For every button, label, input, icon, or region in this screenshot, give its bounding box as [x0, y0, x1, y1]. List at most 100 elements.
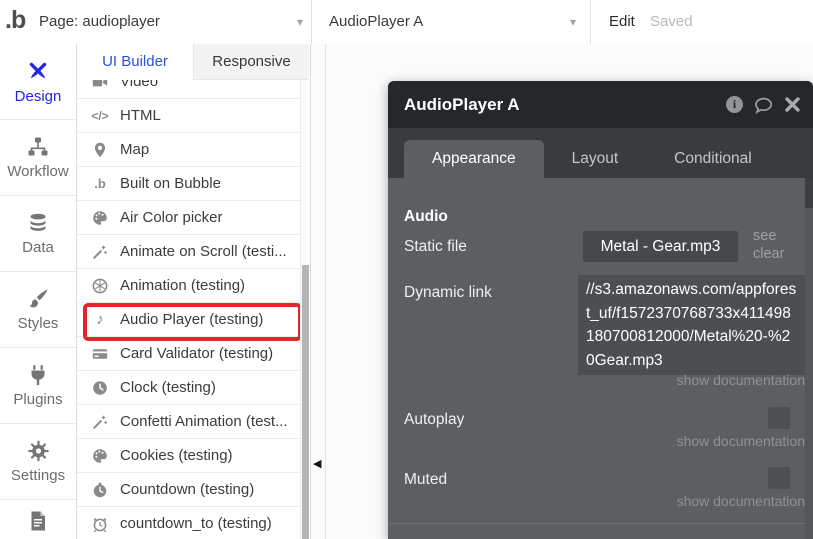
- property-editor-header[interactable]: AudioPlayer A i: [388, 81, 813, 128]
- palette-tabs: UI Builder Responsive: [77, 44, 310, 80]
- info-icon[interactable]: i: [726, 96, 743, 113]
- list-item-built-on-bubble[interactable]: .b Built on Bubble: [77, 167, 310, 201]
- scrollbar-thumb[interactable]: [805, 178, 813, 208]
- edit-mode-button[interactable]: Edit: [609, 0, 635, 44]
- list-item-air-color-picker[interactable]: Air Color picker: [77, 201, 310, 235]
- list-item-label: Clock (testing): [120, 379, 216, 396]
- alarm-clock-icon: [90, 516, 110, 532]
- chevron-down-icon: ▾: [297, 0, 303, 44]
- divider: [311, 0, 312, 44]
- list-item-clock[interactable]: Clock (testing): [77, 371, 310, 405]
- top-bar: .b Page: audioplayer ▾ AudioPlayer A ▾ E…: [0, 0, 813, 45]
- dynamic-link-input[interactable]: //s3.amazonaws.com/appforest_uf/f1572370…: [578, 275, 805, 375]
- page-selector-value: Page: audioplayer: [39, 13, 160, 30]
- map-pin-icon: [90, 142, 110, 158]
- static-file-button[interactable]: Metal - Gear.mp3: [583, 231, 738, 262]
- list-item-html[interactable]: </> HTML: [77, 99, 310, 133]
- list-item-label: Map: [120, 141, 149, 158]
- static-file-label: Static file: [404, 238, 467, 256]
- sidebar-item-styles[interactable]: Styles: [0, 272, 76, 348]
- gear-icon: [27, 440, 50, 462]
- comment-icon[interactable]: [753, 96, 775, 114]
- section-title: Audio: [404, 208, 448, 226]
- file-actions: see clear: [753, 227, 784, 263]
- element-selector-dropdown[interactable]: AudioPlayer A ▾: [329, 0, 590, 44]
- music-note-icon: ♪: [90, 311, 110, 328]
- scrollbar-thumb[interactable]: [302, 265, 309, 539]
- sidebar-item-label: Workflow: [7, 163, 68, 180]
- credit-card-icon: [90, 346, 110, 362]
- list-item-animation[interactable]: Animation (testing): [77, 269, 310, 303]
- sidebar-item-data[interactable]: Data: [0, 196, 76, 272]
- list-item-label: Countdown (testing): [120, 481, 254, 498]
- dynamic-link-label: Dynamic link: [404, 284, 492, 302]
- property-editor: AudioPlayer A i Appearance Layout Condit…: [388, 81, 813, 539]
- inspector-scrollbar[interactable]: [805, 178, 813, 539]
- main-sidebar: Design Workflow Data: [0, 44, 77, 539]
- save-status: Saved: [650, 0, 693, 44]
- sidebar-item-label: Settings: [11, 467, 65, 484]
- shutter-icon: [90, 278, 110, 294]
- sidebar-item-settings[interactable]: Settings: [0, 424, 76, 500]
- property-editor-tabs: Appearance Layout Conditional: [388, 128, 813, 178]
- clock-icon: [90, 380, 110, 396]
- code-icon: </>: [90, 109, 110, 123]
- tab-layout[interactable]: Layout: [544, 140, 647, 178]
- list-item-cookies[interactable]: Cookies (testing): [77, 439, 310, 473]
- palette-icon: [90, 210, 110, 226]
- muted-checkbox[interactable]: [768, 467, 790, 489]
- tab-appearance[interactable]: Appearance: [404, 140, 544, 178]
- list-item-countdown[interactable]: Countdown (testing): [77, 473, 310, 507]
- sidebar-item-document[interactable]: [0, 500, 76, 538]
- list-item-card-validator[interactable]: Card Validator (testing): [77, 337, 310, 371]
- list-item-audio-player[interactable]: ♪ Audio Player (testing): [77, 303, 310, 337]
- close-icon[interactable]: [785, 97, 800, 112]
- property-editor-title: AudioPlayer A: [404, 95, 726, 115]
- database-icon: [26, 212, 50, 234]
- list-item-label: Video: [120, 80, 158, 90]
- tab-ui-builder[interactable]: UI Builder: [77, 44, 193, 80]
- show-documentation-link[interactable]: show documentation: [677, 372, 805, 388]
- list-item-map[interactable]: Map: [77, 133, 310, 167]
- collapse-panel-icon[interactable]: ◀: [313, 457, 321, 470]
- show-documentation-link[interactable]: show documentation: [677, 433, 805, 449]
- sidebar-item-label: Plugins: [13, 391, 62, 408]
- list-item-label: Card Validator (testing): [120, 345, 273, 362]
- sidebar-item-design[interactable]: Design: [0, 44, 76, 120]
- autoplay-label: Autoplay: [404, 411, 464, 429]
- sidebar-item-workflow[interactable]: Workflow: [0, 120, 76, 196]
- list-item-label: Confetti Animation (test...: [120, 413, 288, 430]
- bubble-logo: .b: [5, 6, 25, 35]
- list-item-countdown-to[interactable]: countdown_to (testing): [77, 507, 310, 539]
- plug-icon: [27, 364, 49, 386]
- tab-responsive[interactable]: Responsive: [193, 44, 309, 80]
- sidebar-item-plugins[interactable]: Plugins: [0, 348, 76, 424]
- tab-conditional[interactable]: Conditional: [646, 140, 780, 178]
- page-edge-line: [325, 44, 326, 539]
- divider: [388, 523, 813, 524]
- design-icon: [25, 59, 51, 83]
- autoplay-checkbox[interactable]: [768, 407, 790, 429]
- bubble-icon: .b: [90, 176, 110, 191]
- list-item-label: Air Color picker: [120, 209, 223, 226]
- list-item-video[interactable]: Video: [77, 80, 310, 99]
- divider: [590, 0, 591, 44]
- list-item-animate-on-scroll[interactable]: Animate on Scroll (testi...: [77, 235, 310, 269]
- element-list: Video </> HTML Map .b Built on Bubble: [77, 80, 310, 539]
- magic-wand-icon: [90, 244, 110, 260]
- list-item-label: Built on Bubble: [120, 175, 221, 192]
- see-link[interactable]: see: [753, 227, 784, 245]
- video-icon: [90, 80, 110, 90]
- clear-link[interactable]: clear: [753, 245, 784, 263]
- magic-wand-icon: [90, 414, 110, 430]
- show-documentation-link[interactable]: show documentation: [677, 493, 805, 509]
- list-item-label: countdown_to (testing): [120, 515, 272, 532]
- element-selector-value: AudioPlayer A: [329, 13, 423, 30]
- sidebar-item-label: Data: [22, 239, 54, 256]
- sidebar-item-label: Design: [15, 88, 62, 105]
- list-item-confetti-animation[interactable]: Confetti Animation (test...: [77, 405, 310, 439]
- workflow-icon: [26, 136, 50, 158]
- page-selector-dropdown[interactable]: Page: audioplayer ▾: [39, 0, 311, 44]
- list-item-label: Animate on Scroll (testi...: [120, 243, 287, 260]
- palette-scrollbar[interactable]: [300, 80, 310, 539]
